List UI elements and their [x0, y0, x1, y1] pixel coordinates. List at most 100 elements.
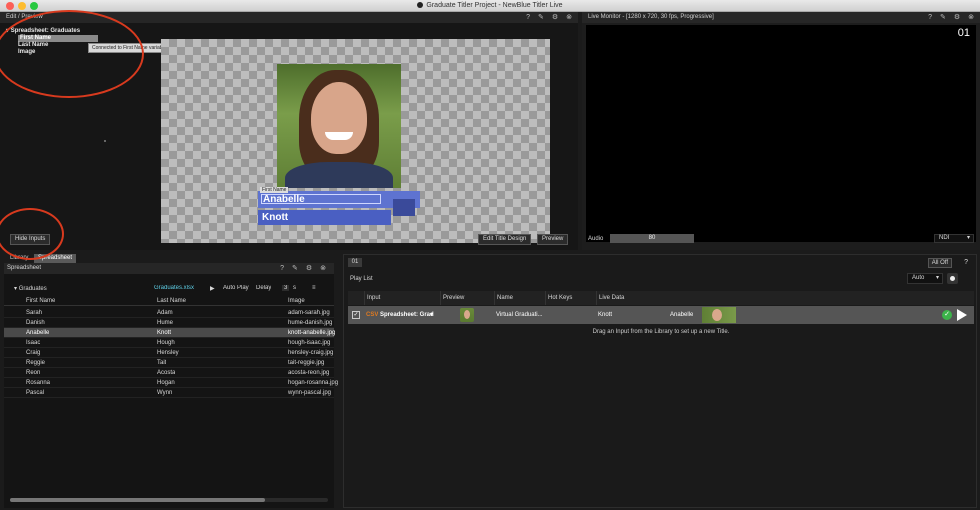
menu-icon[interactable]: ≡ [312, 285, 316, 291]
playlist-mode-select[interactable]: Auto ▾ [907, 273, 943, 284]
column-hot-keys[interactable]: Hot Keys [545, 291, 596, 305]
library-tabs: Library Spreadsheet [0, 252, 340, 263]
row-checkbox[interactable]: ✓ [352, 311, 360, 319]
play-icon[interactable] [957, 309, 967, 321]
play-icon[interactable]: ▶ [210, 285, 215, 292]
splitter-handle[interactable] [104, 140, 106, 142]
row-live-data-first: Anabelle [670, 312, 694, 318]
table-row[interactable]: Sarah Adam adam-sarah.jpg [4, 308, 334, 318]
audio-level-slider[interactable]: 80 [610, 234, 694, 243]
column-preview[interactable]: Preview [440, 291, 494, 305]
record-button[interactable] [947, 273, 958, 284]
tree-root-spreadsheet[interactable]: ▾ Spreadsheet: Graduates [6, 28, 98, 35]
live-monitor-panel: Live Monitor - [1280 x 720, 30 fps, Prog… [582, 12, 980, 250]
gear-icon[interactable]: ⚙ [954, 12, 960, 23]
spreadsheet-panel: Spreadsheet ? ✎ ⚙ ⊗ ▾ Graduates Graduate… [4, 263, 338, 508]
tab-spreadsheet[interactable]: Spreadsheet [34, 254, 77, 263]
tree-item-first-name[interactable]: First Name [18, 35, 98, 42]
lower-third-graphic[interactable]: Anabelle First Name Knott [258, 187, 420, 225]
column-live-data[interactable]: Live Data [596, 291, 936, 305]
spreadsheet-file-link[interactable]: Graduates.xlsx [154, 285, 194, 291]
edit-preview-header: Edit / Preview ? ✎ ⚙ ⊗ [0, 12, 578, 23]
gear-icon[interactable]: ⚙ [552, 12, 558, 23]
chevron-down-icon[interactable]: ▾ [430, 306, 433, 324]
chevron-down-icon: ▾ [966, 235, 970, 241]
cell-first-name: Anabelle [26, 330, 50, 336]
table-row[interactable]: Craig Hensley hensley-craig.jpg [4, 348, 334, 358]
column-image[interactable]: Image [288, 297, 305, 306]
table-row[interactable]: Pascal Wynn wynn-pascal.jpg [4, 388, 334, 398]
table-row[interactable]: Reon Acosta acosta-reon.jpg [4, 368, 334, 378]
spreadsheet-columns: First Name Last Name Image [4, 297, 334, 306]
gear-icon[interactable]: ⚙ [306, 263, 312, 274]
app-icon [417, 2, 424, 8]
cell-last-name: Hume [157, 320, 174, 326]
window-title: Graduate Titler Project - NewBlue Titler… [0, 2, 980, 9]
cell-last-name: Tait [157, 360, 167, 366]
cell-last-name: Acosta [157, 370, 176, 376]
drag-hint: Drag an Input from the Library to set up… [592, 329, 730, 335]
column-input[interactable]: Input [364, 291, 440, 305]
edit-preview-panel: Edit / Preview ? ✎ ⚙ ⊗ ▾ Spreadsheet: Gr… [0, 12, 578, 250]
preview-button[interactable]: Preview [537, 234, 569, 245]
window-titlebar: Graduate Titler Project - NewBlue Titler… [0, 0, 980, 12]
auto-play-label: Auto Play [223, 285, 249, 291]
row-live-data-image [702, 307, 736, 323]
tab-playlist-01[interactable]: 01 [348, 258, 362, 267]
close-icon[interactable]: ⊗ [566, 12, 572, 23]
cell-last-name: Hogan [157, 380, 175, 386]
help-icon[interactable]: ? [928, 12, 932, 23]
table-row[interactable]: Danish Hume hume-danish.jpg [4, 318, 334, 328]
channel-number: 01 [957, 27, 970, 39]
chevron-down-icon: ▾ [935, 275, 939, 281]
pen-icon[interactable]: ✎ [538, 12, 544, 23]
playlist-row[interactable]: ✓ CSV Spreadsheet: Grad ▾ Virtual Gradua… [348, 306, 974, 324]
horizontal-scrollbar[interactable] [10, 498, 328, 502]
cell-last-name: Hensley [157, 350, 179, 356]
table-row[interactable]: Reggie Tait tait-reggie.jpg [4, 358, 334, 368]
cell-last-name: Hough [157, 340, 175, 346]
audio-label: Audio [588, 236, 604, 242]
variable-tooltip: Connected to First Name variable [88, 43, 171, 53]
title-canvas[interactable]: Anabelle First Name Knott [161, 39, 550, 243]
table-row[interactable]: Isaac Hough hough-isaac.jpg [4, 338, 334, 348]
cell-first-name: Craig [26, 350, 41, 356]
help-icon[interactable]: ? [964, 259, 968, 266]
last-name-field[interactable]: Knott [262, 212, 288, 223]
hide-inputs-button[interactable]: Hide Inputs [10, 234, 51, 245]
cell-first-name: Reggie [26, 360, 46, 366]
cell-first-name: Danish [26, 320, 45, 326]
row-name: Virtual Graduati... [496, 312, 543, 318]
all-off-button[interactable]: All Off [927, 258, 952, 268]
close-icon[interactable]: ⊗ [320, 263, 326, 274]
tab-library[interactable]: Library [6, 254, 32, 263]
cell-first-name: Rosanna [26, 380, 51, 386]
delay-input[interactable]: 3 [282, 285, 290, 291]
close-icon[interactable]: ⊗ [968, 12, 974, 23]
row-input: Spreadsheet: Grad [380, 312, 434, 318]
pen-icon[interactable]: ✎ [292, 263, 298, 274]
column-name[interactable]: Name [494, 291, 545, 305]
playlist-panel: 01 All Off ? Play List Auto ▾ Input Previ… [343, 254, 977, 508]
first-name-field[interactable]: Anabelle [261, 194, 381, 205]
column-first-name[interactable]: First Name [26, 297, 55, 306]
check-icon[interactable]: ✓ [942, 310, 952, 320]
row-live-data-last: Knott [598, 312, 613, 318]
row-preview-thumbnail[interactable] [460, 308, 474, 322]
help-icon[interactable]: ? [280, 263, 284, 274]
live-monitor-header: Live Monitor - [1280 x 720, 30 fps, Prog… [582, 12, 980, 23]
tree-item-image[interactable]: Image [6, 49, 98, 56]
help-icon[interactable]: ? [526, 12, 530, 23]
graduate-photo [277, 64, 401, 188]
pen-icon[interactable]: ✎ [940, 12, 946, 23]
column-last-name[interactable]: Last Name [157, 297, 186, 306]
tree-item-last-name[interactable]: Last Name [6, 42, 98, 49]
monitor-screen: 01 [586, 25, 976, 242]
edit-title-design-button[interactable]: Edit Title Design [478, 234, 532, 245]
table-row[interactable]: Rosanna Hogan hogan-rosanna.jpg [4, 378, 338, 388]
cell-image: hensley-craig.jpg [288, 350, 334, 356]
table-row[interactable]: Anabelle Knott knott-anabelle.jpg [4, 328, 335, 338]
group-toggle[interactable]: ▾ Graduates [14, 285, 47, 292]
first-name-label: First Name [260, 187, 289, 193]
output-select[interactable]: NDI ▾ [934, 234, 974, 243]
